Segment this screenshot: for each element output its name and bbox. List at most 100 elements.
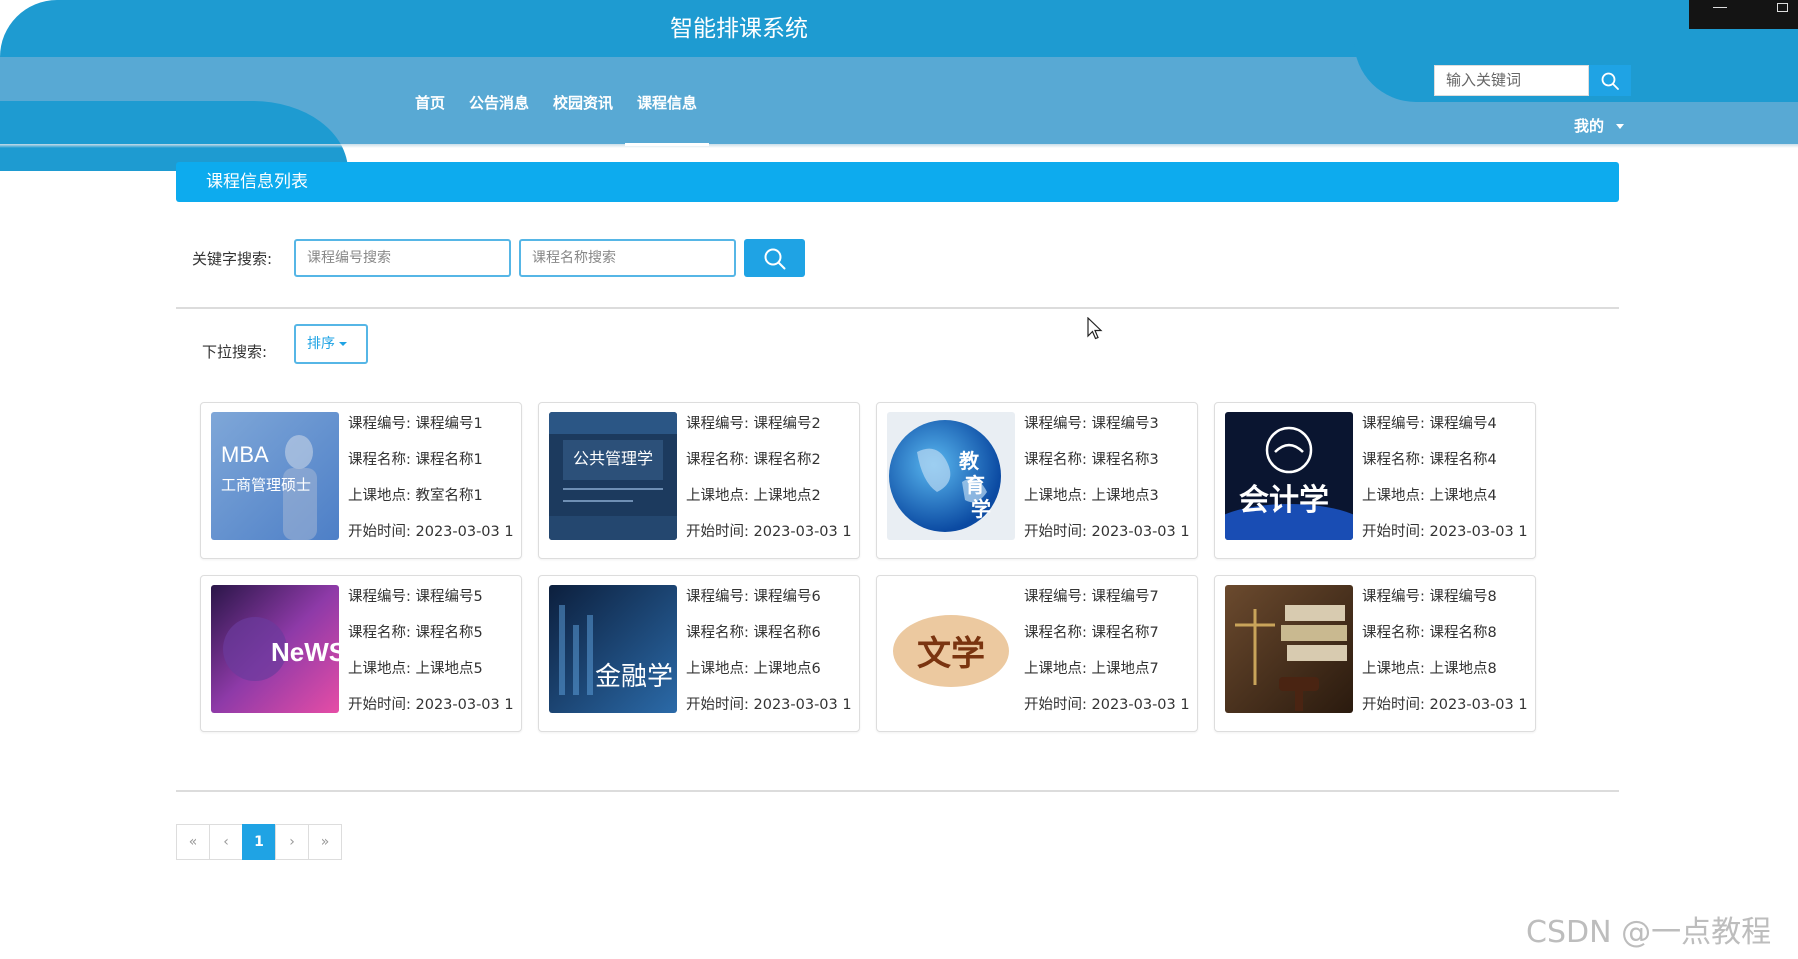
- course-card[interactable]: 教 育 学 课程编号: 课程编号3 课程名称: 课程名称3 上课地点: 上课地点…: [876, 402, 1198, 559]
- nav-campus-news[interactable]: 校园资讯: [541, 92, 625, 146]
- svg-text:教: 教: [959, 449, 980, 473]
- course-time: 开始时间: 2023-03-03 1: [686, 524, 852, 540]
- course-info: 课程编号: 课程编号7 课程名称: 课程名称7 上课地点: 上课地点7 开始时间…: [1024, 587, 1197, 731]
- course-name-search-input[interactable]: 课程名称搜索: [519, 239, 736, 277]
- svg-text:MBA: MBA: [221, 442, 269, 467]
- course-name: 课程名称: 课程名称7: [1024, 625, 1159, 641]
- course-no-search-input[interactable]: 课程编号搜索: [294, 239, 511, 277]
- section-title: 课程信息列表: [206, 172, 308, 192]
- course-time: 开始时间: 2023-03-03 1: [686, 697, 852, 713]
- keyword-search-button[interactable]: [744, 239, 805, 277]
- caret-down-icon: [339, 342, 347, 346]
- course-info: 课程编号: 课程编号6 课程名称: 课程名称6 上课地点: 上课地点6 开始时间…: [686, 587, 859, 731]
- course-info: 课程编号: 课程编号8 课程名称: 课程名称8 上课地点: 上课地点8 开始时间…: [1362, 587, 1535, 731]
- user-menu[interactable]: 我的: [1574, 115, 1625, 136]
- course-image-finance: 金融学: [549, 585, 677, 713]
- course-image-news: NeWS: [211, 585, 339, 713]
- course-card[interactable]: 金融学 课程编号: 课程编号6 课程名称: 课程名称6 上课地点: 上课地点6 …: [538, 575, 860, 732]
- section-title-bar: 课程信息列表: [176, 162, 1619, 202]
- course-no: 课程编号: 课程编号8: [1362, 589, 1497, 605]
- course-image-mba: MBA 工商管理硕士: [211, 412, 339, 540]
- restore-icon[interactable]: [1777, 3, 1788, 12]
- course-place: 上课地点: 上课地点5: [348, 661, 483, 677]
- course-name: 课程名称: 课程名称1: [348, 452, 483, 468]
- header-search-input[interactable]: 输入关键词: [1434, 65, 1589, 96]
- course-place: 上课地点: 上课地点4: [1362, 488, 1497, 504]
- course-card[interactable]: MBA 工商管理硕士 课程编号: 课程编号1 课程名称: 课程名称1 上课地点:…: [200, 402, 522, 559]
- course-image-education: 教 育 学: [887, 412, 1015, 540]
- course-name: 课程名称: 课程名称3: [1024, 452, 1159, 468]
- svg-text:文学: 文学: [917, 634, 985, 674]
- svg-text:工商管理硕士: 工商管理硕士: [221, 476, 311, 494]
- course-place: 上课地点: 上课地点8: [1362, 661, 1497, 677]
- minimize-icon[interactable]: [1713, 7, 1727, 8]
- header-search-button[interactable]: [1589, 65, 1631, 96]
- page-last-button[interactable]: »: [308, 824, 342, 860]
- course-image-public-admin: 公共管理学: [549, 412, 677, 540]
- course-no: 课程编号: 课程编号5: [348, 589, 483, 605]
- course-info: 课程编号: 课程编号2 课程名称: 课程名称2 上课地点: 上课地点2 开始时间…: [686, 414, 859, 558]
- dropdown-search-label: 下拉搜索:: [202, 343, 268, 361]
- course-info: 课程编号: 课程编号3 课程名称: 课程名称3 上课地点: 上课地点3 开始时间…: [1024, 414, 1197, 558]
- svg-text:公共管理学: 公共管理学: [573, 449, 653, 468]
- course-place: 上课地点: 上课地点7: [1024, 661, 1159, 677]
- course-info: 课程编号: 课程编号5 课程名称: 课程名称5 上课地点: 上课地点5 开始时间…: [348, 587, 521, 731]
- header-left-decoration: [0, 101, 348, 171]
- divider: [176, 307, 1619, 309]
- page-current-button[interactable]: 1: [242, 824, 276, 860]
- nav-course-info[interactable]: 课程信息: [625, 92, 710, 146]
- course-info: 课程编号: 课程编号4 课程名称: 课程名称4 上课地点: 上课地点4 开始时间…: [1362, 414, 1535, 558]
- header-shadow: [0, 144, 1798, 148]
- svg-text:学: 学: [971, 497, 991, 521]
- window-controls: [1689, 0, 1798, 29]
- course-place: 上课地点: 上课地点2: [686, 488, 821, 504]
- divider: [176, 790, 1619, 792]
- course-card[interactable]: 会计学 课程编号: 课程编号4 课程名称: 课程名称4 上课地点: 上课地点4 …: [1214, 402, 1536, 559]
- course-no: 课程编号: 课程编号4: [1362, 416, 1497, 432]
- course-time: 开始时间: 2023-03-03 1: [1362, 697, 1528, 713]
- course-place: 上课地点: 上课地点3: [1024, 488, 1159, 504]
- course-time: 开始时间: 2023-03-03 1: [348, 524, 514, 540]
- svg-text:会计学: 会计学: [1239, 483, 1329, 518]
- course-no: 课程编号: 课程编号6: [686, 589, 821, 605]
- page-prev-button[interactable]: ‹: [209, 824, 243, 860]
- page-first-button[interactable]: «: [176, 824, 210, 860]
- svg-text:育: 育: [965, 473, 985, 497]
- course-card[interactable]: 文学 课程编号: 课程编号7 课程名称: 课程名称7 上课地点: 上课地点7 开…: [876, 575, 1198, 732]
- user-menu-label: 我的: [1574, 117, 1605, 135]
- main-nav: 首页 公告消息 校园资讯 课程信息: [403, 92, 710, 146]
- mouse-cursor-icon: [1087, 317, 1103, 340]
- course-no: 课程编号: 课程编号3: [1024, 416, 1159, 432]
- chevron-down-icon: [1616, 124, 1625, 129]
- course-card[interactable]: 公共管理学 课程编号: 课程编号2 课程名称: 课程名称2 上课地点: 上课地点…: [538, 402, 860, 559]
- course-time: 开始时间: 2023-03-03 1: [1024, 697, 1190, 713]
- course-card[interactable]: NeWS 课程编号: 课程编号5 课程名称: 课程名称5 上课地点: 上课地点5…: [200, 575, 522, 732]
- course-name: 课程名称: 课程名称5: [348, 625, 483, 641]
- course-no: 课程编号: 课程编号1: [348, 416, 483, 432]
- course-image-accounting: 会计学: [1225, 412, 1353, 540]
- sort-dropdown[interactable]: 排序: [294, 324, 368, 364]
- course-time: 开始时间: 2023-03-03 1: [348, 697, 514, 713]
- course-no: 课程编号: 课程编号2: [686, 416, 821, 432]
- course-place: 上课地点: 教室名称1: [348, 488, 483, 504]
- nav-announcements[interactable]: 公告消息: [457, 92, 541, 146]
- nav-home[interactable]: 首页: [403, 92, 457, 146]
- search-icon: [764, 248, 786, 270]
- keyword-search-label: 关键字搜索:: [192, 250, 273, 268]
- course-time: 开始时间: 2023-03-03 1: [1024, 524, 1190, 540]
- course-no: 课程编号: 课程编号7: [1024, 589, 1159, 605]
- sort-dropdown-label: 排序: [307, 336, 335, 352]
- course-image-law: [1225, 585, 1353, 713]
- course-name: 课程名称: 课程名称8: [1362, 625, 1497, 641]
- watermark: CSDN @一点教程: [1526, 915, 1772, 950]
- course-time: 开始时间: 2023-03-03 1: [1362, 524, 1528, 540]
- course-name: 课程名称: 课程名称2: [686, 452, 821, 468]
- course-name: 课程名称: 课程名称6: [686, 625, 821, 641]
- pagination: « ‹ 1 › »: [176, 824, 342, 860]
- svg-text:金融学: 金融学: [595, 662, 673, 692]
- course-card[interactable]: 课程编号: 课程编号8 课程名称: 课程名称8 上课地点: 上课地点8 开始时间…: [1214, 575, 1536, 732]
- course-image-literature: 文学: [887, 585, 1015, 713]
- course-place: 上课地点: 上课地点6: [686, 661, 821, 677]
- svg-text:NeWS: NeWS: [271, 637, 339, 667]
- page-next-button[interactable]: ›: [275, 824, 309, 860]
